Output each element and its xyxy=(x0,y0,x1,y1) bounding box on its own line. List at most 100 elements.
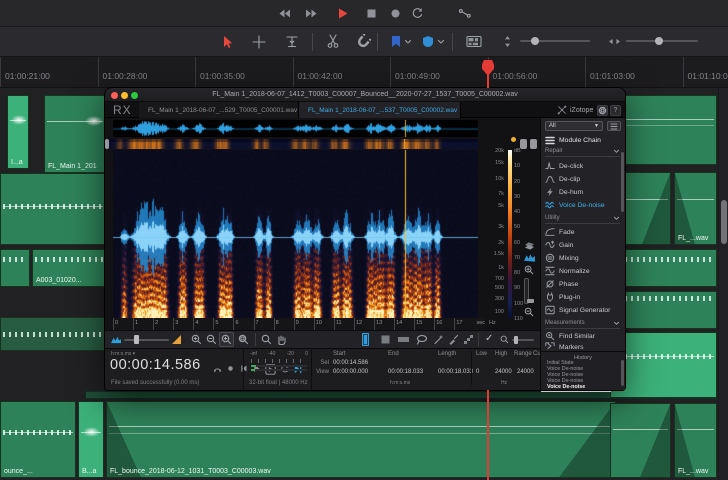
vertical-scrollbar[interactable] xyxy=(718,88,728,480)
automation-button[interactable] xyxy=(458,8,472,19)
toolbar-zoom-knob[interactable] xyxy=(514,336,518,344)
marker-dropdown[interactable] xyxy=(437,39,445,45)
stop-button[interactable] xyxy=(366,8,377,19)
trim-tool-button[interactable] xyxy=(285,35,299,49)
file-tab-active[interactable]: FL_Main 1_2018-06-07_...537_T0005_C00002… xyxy=(299,102,461,118)
scrollbar-thumb[interactable] xyxy=(721,200,727,244)
module-item-de-hum[interactable]: De-hum xyxy=(545,186,620,198)
module-item-phase[interactable]: Phase xyxy=(545,278,620,290)
record-button[interactable] xyxy=(390,8,401,19)
spectrogram-waveform-toggle[interactable] xyxy=(524,253,540,262)
audio-clip[interactable] xyxy=(0,173,106,245)
history-scrollbar[interactable] xyxy=(621,360,624,386)
daw-timeline-ruler[interactable]: 01:00:21:0001:00:28:0001:00:35:0001:00:4… xyxy=(0,57,728,88)
maximize-button[interactable] xyxy=(131,92,138,99)
zoom-in-vertical-button[interactable] xyxy=(524,265,540,275)
audio-clip[interactable] xyxy=(610,249,717,287)
audio-clip[interactable] xyxy=(610,95,717,165)
minimize-button[interactable] xyxy=(121,92,128,99)
layers-button[interactable] xyxy=(524,241,540,250)
snap-button[interactable] xyxy=(356,34,371,49)
module-item-normalize[interactable]: Normalize xyxy=(545,265,620,277)
find-button[interactable] xyxy=(261,334,272,345)
close-button[interactable] xyxy=(111,92,118,99)
monitor-icon[interactable] xyxy=(213,364,222,373)
module-list-view-button[interactable] xyxy=(607,121,621,131)
magic-wand-tool[interactable] xyxy=(433,334,444,345)
module-item-plug-in[interactable]: Plug-in xyxy=(545,291,620,303)
section-utility[interactable]: Utility xyxy=(545,213,620,224)
audio-clip[interactable]: FL_...wav xyxy=(674,403,717,478)
zoom-selection-button[interactable] xyxy=(219,332,234,347)
audio-clip[interactable]: FL_...wav xyxy=(674,172,717,245)
zoom-in-button[interactable] xyxy=(191,334,202,345)
razor-tool-button[interactable] xyxy=(326,34,340,49)
apply-check-button[interactable]: ✓ xyxy=(485,333,493,344)
timeline-view-options-button[interactable] xyxy=(466,35,482,48)
zoom-slider-out-icon[interactable] xyxy=(500,335,509,344)
module-chain-item[interactable]: Module Chain xyxy=(545,134,620,146)
vertical-zoom-handle[interactable] xyxy=(527,299,534,303)
time-frequency-selection-tool[interactable] xyxy=(380,334,391,345)
spectrogram-time-ruler[interactable]: 01234567891011121314151617 sec xyxy=(113,318,485,330)
minimap-handle-left[interactable] xyxy=(105,139,109,149)
horizontal-zoom-knob[interactable] xyxy=(655,37,663,45)
play-button[interactable] xyxy=(337,7,349,20)
section-repair[interactable]: Repair xyxy=(545,146,620,157)
audio-clip[interactable] xyxy=(0,249,30,287)
loop-button[interactable] xyxy=(411,7,424,20)
time-selection-tool[interactable] xyxy=(362,333,369,346)
audio-clip[interactable] xyxy=(610,332,717,398)
playhead-head[interactable] xyxy=(511,137,516,142)
module-filter-select[interactable]: All▼ xyxy=(545,121,603,131)
audio-clip[interactable]: FL_bounce_2018-06-12_1031_T0003_C00003.w… xyxy=(106,401,616,478)
lasso-tool[interactable] xyxy=(416,334,428,345)
rx-window[interactable]: FL_Main 1_2018-06-07_1412_T0003_C00007_B… xyxy=(105,88,625,390)
hand-tool-button[interactable] xyxy=(276,334,287,345)
waveform-overview[interactable] xyxy=(113,120,478,137)
rx-titlebar[interactable]: FL_Main 1_2018-06-07_1412_T0003_C00007_B… xyxy=(105,88,625,102)
audio-clip[interactable]: ounce_... xyxy=(0,401,76,478)
audio-clip[interactable]: B...a xyxy=(78,401,104,478)
flag-dropdown[interactable] xyxy=(404,39,412,45)
zoom-out-button[interactable] xyxy=(206,334,217,345)
spectrogram-minimap[interactable] xyxy=(108,139,478,149)
zoom-fit-button[interactable] xyxy=(238,334,249,345)
history-entry[interactable]: Voice De-noise xyxy=(541,385,611,392)
settings-button[interactable] xyxy=(597,105,608,116)
flag-button[interactable] xyxy=(390,35,402,48)
audio-clip[interactable] xyxy=(610,291,717,329)
audio-clip[interactable] xyxy=(0,317,106,351)
range-tool-button[interactable] xyxy=(252,35,266,49)
rewind-button[interactable] xyxy=(278,7,291,20)
module-item-gain[interactable]: Gain xyxy=(545,239,620,251)
instant-process-tool[interactable] xyxy=(463,334,474,345)
record-icon[interactable] xyxy=(226,364,235,373)
module-item-voice-de-noise[interactable]: Voice De-noise xyxy=(545,199,620,211)
audio-clip[interactable] xyxy=(610,403,671,478)
zoom-out-vertical-button[interactable] xyxy=(524,307,540,317)
file-tab[interactable]: FL_Main 1_2018-06-07_...529_T0005_C00001… xyxy=(139,102,299,118)
spectrogram-canvas[interactable] xyxy=(113,150,478,318)
sidebar-scrollbar[interactable] xyxy=(621,152,624,212)
audio-clip[interactable]: I...a xyxy=(7,95,29,169)
selection-tool-button[interactable] xyxy=(221,35,234,49)
balance-slider[interactable] xyxy=(124,339,169,341)
module-item-fade[interactable]: Fade xyxy=(545,226,620,238)
module-item-de-clip[interactable]: De-clip xyxy=(545,173,620,185)
module-item-mixing[interactable]: Mixing xyxy=(545,252,620,264)
marker-button[interactable] xyxy=(422,35,434,48)
vertical-zoom-track[interactable] xyxy=(524,278,529,304)
module-item-signal-generator[interactable]: Signal Generator xyxy=(545,304,620,316)
module-item-de-click[interactable]: De-click xyxy=(545,160,620,172)
fast-forward-button[interactable] xyxy=(305,7,318,20)
help-button[interactable]: ? xyxy=(610,105,621,116)
section-measurements[interactable]: Measurements xyxy=(545,318,620,329)
vertical-zoom-knob[interactable] xyxy=(531,37,539,45)
brush-tool[interactable] xyxy=(448,334,459,345)
sidebar-expand-button[interactable] xyxy=(546,342,553,350)
audio-clip[interactable]: FL_Main 1_201 xyxy=(44,95,106,173)
balance-knob[interactable] xyxy=(134,335,139,344)
frequency-selection-tool[interactable] xyxy=(397,334,410,345)
audio-clip[interactable]: A003_01020... xyxy=(32,249,106,287)
